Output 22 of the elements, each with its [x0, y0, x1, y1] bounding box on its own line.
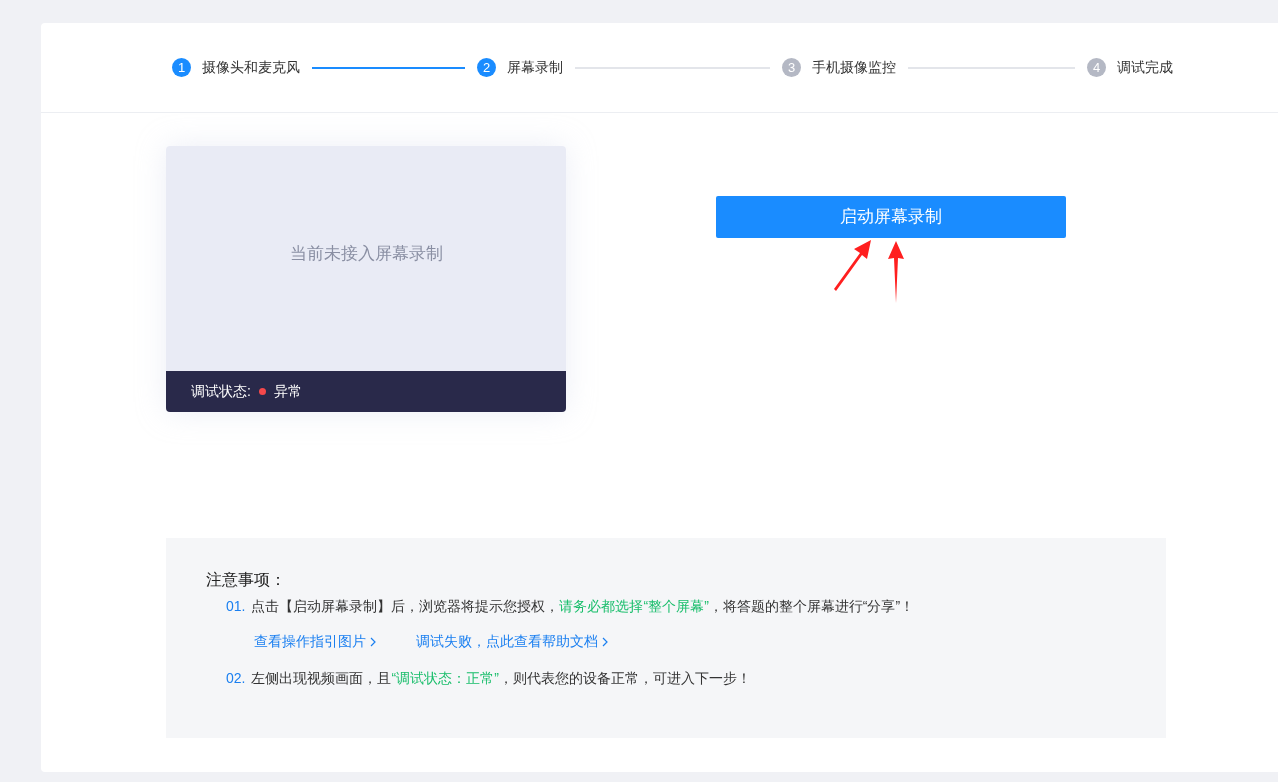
note-text: 左侧出现视频画面，且“调试状态：正常”，则代表您的设备正常，可进入下一步！	[251, 669, 751, 688]
step-label: 屏幕录制	[507, 58, 563, 77]
status-label: 调试状态:	[191, 382, 251, 401]
note-text: 点击【启动屏幕录制】后，浏览器将提示您授权，请务必都选择“整个屏幕”，将答题的整个屏幕进行“分享”！	[251, 597, 915, 616]
note-number: 01.	[226, 597, 246, 616]
arrow-icon	[832, 239, 872, 291]
chevron-right-icon	[370, 636, 376, 647]
notes-title: 注意事项：	[206, 570, 287, 590]
help-link[interactable]: 查看操作指引图片	[254, 631, 376, 652]
start-recording-button[interactable]: 启动屏幕录制	[716, 196, 1066, 238]
status-value: 异常	[273, 382, 302, 401]
step-number: 4	[1087, 58, 1106, 77]
step-number: 2	[477, 58, 496, 77]
step-label: 摄像头和麦克风	[202, 58, 300, 77]
chevron-right-icon	[602, 636, 608, 647]
step-number: 1	[172, 58, 191, 77]
note-number: 02.	[226, 669, 246, 688]
no-signal-message: 当前未接入屏幕录制	[289, 242, 443, 265]
step-number: 3	[782, 58, 801, 77]
help-link[interactable]: 调试失败，点此查看帮助文档	[416, 631, 608, 652]
step-label: 调试完成	[1117, 58, 1173, 77]
step-label: 手机摄像监控	[812, 58, 896, 77]
